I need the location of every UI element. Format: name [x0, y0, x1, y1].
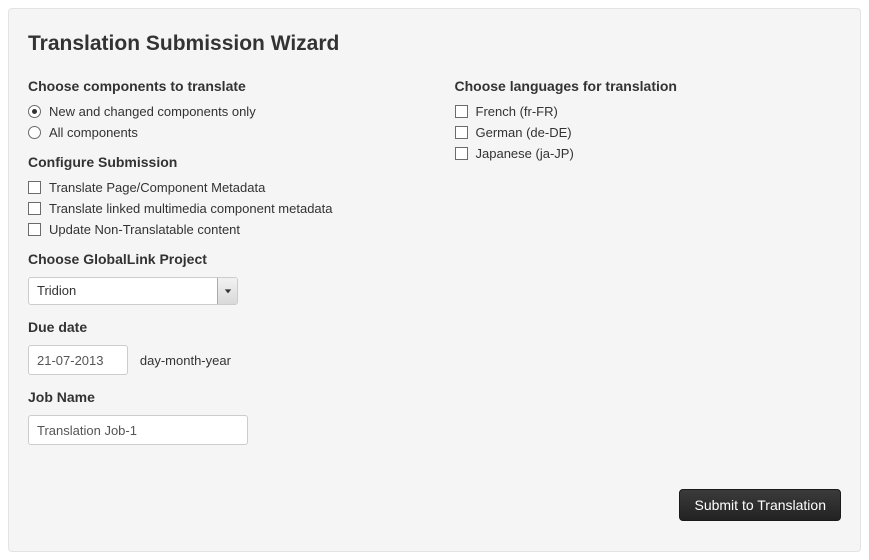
chevron-down-icon[interactable] — [217, 278, 237, 304]
due-date-hint: day-month-year — [140, 353, 231, 368]
radio-icon[interactable] — [28, 126, 41, 139]
checkbox-label: Translate linked multimedia component me… — [49, 201, 333, 216]
checkbox-icon[interactable] — [455, 147, 468, 160]
radio-icon[interactable] — [28, 105, 41, 118]
checkbox-icon[interactable] — [28, 223, 41, 236]
left-column: Choose components to translate New and c… — [28, 70, 415, 445]
languages-heading: Choose languages for translation — [455, 78, 842, 94]
checkbox-label: German (de-DE) — [476, 125, 572, 140]
configure-option-page-meta[interactable]: Translate Page/Component Metadata — [28, 180, 415, 195]
radio-label: All components — [49, 125, 138, 140]
radio-label: New and changed components only — [49, 104, 256, 119]
components-heading: Choose components to translate — [28, 78, 415, 94]
project-heading: Choose GlobalLink Project — [28, 251, 415, 267]
project-select-value: Tridion — [29, 278, 217, 304]
checkbox-label: Update Non-Translatable content — [49, 222, 240, 237]
checkbox-label: Translate Page/Component Metadata — [49, 180, 265, 195]
project-select[interactable]: Tridion — [28, 277, 238, 305]
wizard-panel: Translation Submission Wizard Choose com… — [8, 8, 861, 552]
components-option-all[interactable]: All components — [28, 125, 415, 140]
columns: Choose components to translate New and c… — [28, 70, 841, 445]
checkbox-icon[interactable] — [28, 181, 41, 194]
checkbox-label: Japanese (ja-JP) — [476, 146, 574, 161]
submit-button[interactable]: Submit to Translation — [679, 489, 841, 521]
language-option-german[interactable]: German (de-DE) — [455, 125, 842, 140]
configure-option-non-translatable[interactable]: Update Non-Translatable content — [28, 222, 415, 237]
checkbox-icon[interactable] — [28, 202, 41, 215]
job-name-heading: Job Name — [28, 389, 415, 405]
page-title: Translation Submission Wizard — [28, 32, 841, 56]
language-option-french[interactable]: French (fr-FR) — [455, 104, 842, 119]
configure-option-multimedia-meta[interactable]: Translate linked multimedia component me… — [28, 201, 415, 216]
due-date-input[interactable] — [28, 345, 128, 375]
right-column: Choose languages for translation French … — [455, 70, 842, 445]
language-option-japanese[interactable]: Japanese (ja-JP) — [455, 146, 842, 161]
checkbox-icon[interactable] — [455, 105, 468, 118]
checkbox-label: French (fr-FR) — [476, 104, 558, 119]
components-option-new-changed[interactable]: New and changed components only — [28, 104, 415, 119]
configure-heading: Configure Submission — [28, 154, 415, 170]
due-date-heading: Due date — [28, 319, 415, 335]
checkbox-icon[interactable] — [455, 126, 468, 139]
job-name-input[interactable] — [28, 415, 248, 445]
